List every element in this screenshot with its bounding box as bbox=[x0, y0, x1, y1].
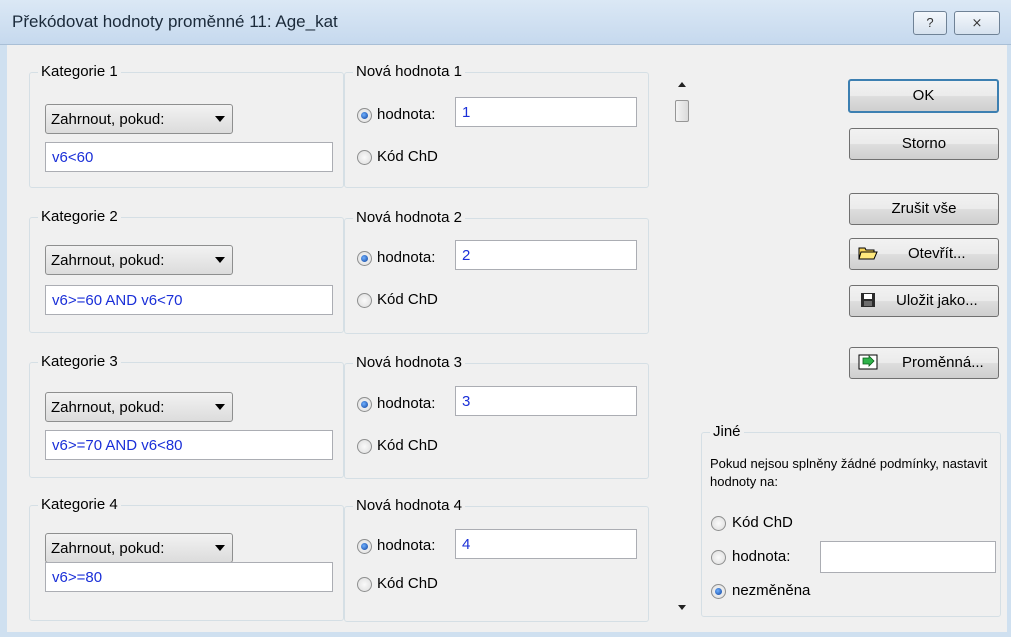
value-radio-label: hodnota: bbox=[377, 395, 436, 412]
condition-input[interactable]: v6>=60 AND v6<70 bbox=[45, 285, 333, 315]
missing-code-radio[interactable] bbox=[357, 293, 372, 308]
other-group-title: Jiné bbox=[710, 423, 744, 440]
value-radio-label: hodnota: bbox=[377, 537, 436, 554]
other-unchanged-label: nezměněna bbox=[732, 582, 811, 599]
scroll-down-arrow-icon[interactable] bbox=[678, 605, 686, 610]
chevron-down-icon bbox=[215, 257, 225, 263]
vertical-scrollbar[interactable] bbox=[673, 80, 691, 615]
include-if-combo[interactable]: Zahrnout, pokud: bbox=[45, 533, 233, 563]
value-radio-label: hodnota: bbox=[377, 106, 436, 123]
missing-code-radio[interactable] bbox=[357, 577, 372, 592]
other-md-radio[interactable] bbox=[711, 516, 726, 531]
missing-code-label: Kód ChD bbox=[377, 437, 438, 454]
condition-input[interactable]: v6>=80 bbox=[45, 562, 333, 592]
new-value-title: Nová hodnota 2 bbox=[353, 209, 465, 226]
ok-button[interactable]: OK bbox=[848, 79, 999, 113]
missing-code-label: Kód ChD bbox=[377, 291, 438, 308]
chevron-down-icon bbox=[215, 545, 225, 551]
include-if-combo[interactable]: Zahrnout, pokud: bbox=[45, 392, 233, 422]
missing-code-label: Kód ChD bbox=[377, 148, 438, 165]
other-value-radio[interactable] bbox=[711, 550, 726, 565]
variable-import-icon bbox=[858, 354, 878, 370]
other-value-input[interactable] bbox=[820, 541, 996, 573]
value-radio-label: hodnota: bbox=[377, 249, 436, 266]
dialog-body: Kategorie 1 Zahrnout, pokud: v6<60 Nová … bbox=[7, 45, 1007, 632]
condition-input[interactable]: v6>=70 AND v6<80 bbox=[45, 430, 333, 460]
new-value-title: Nová hodnota 3 bbox=[353, 354, 465, 371]
other-unchanged-radio[interactable] bbox=[711, 584, 726, 599]
value-radio[interactable] bbox=[357, 108, 372, 123]
new-value-input[interactable]: 1 bbox=[455, 97, 637, 127]
variable-button[interactable]: Proměnná... bbox=[849, 347, 999, 379]
new-value-group: Nová hodnota 1 bbox=[344, 63, 649, 188]
clear-all-button[interactable]: Zrušit vše bbox=[849, 193, 999, 225]
save-as-button[interactable]: Uložit jako... bbox=[849, 285, 999, 317]
new-value-input[interactable]: 4 bbox=[455, 529, 637, 559]
open-button[interactable]: Otevřít... bbox=[849, 238, 999, 270]
other-md-label: Kód ChD bbox=[732, 514, 793, 531]
title-bar: Překódovat hodnoty proměnné 11: Age_kat … bbox=[0, 0, 1011, 45]
other-group: Jiné Pokud nejsou splněny žádné podmínky… bbox=[701, 423, 1001, 617]
value-radio[interactable] bbox=[357, 397, 372, 412]
close-button[interactable]: ⨯ bbox=[954, 11, 1000, 35]
category-title: Kategorie 1 bbox=[38, 63, 121, 80]
window-title: Překódovat hodnoty proměnné 11: Age_kat bbox=[12, 12, 338, 31]
include-if-combo[interactable]: Zahrnout, pokud: bbox=[45, 245, 233, 275]
include-if-combo[interactable]: Zahrnout, pokud: bbox=[45, 104, 233, 134]
new-value-group: Nová hodnota 3 bbox=[344, 354, 649, 479]
new-value-title: Nová hodnota 4 bbox=[353, 497, 465, 514]
missing-code-radio[interactable] bbox=[357, 439, 372, 454]
missing-code-label: Kód ChD bbox=[377, 575, 438, 592]
help-button[interactable]: ? bbox=[913, 11, 947, 35]
close-icon: ⨯ bbox=[971, 15, 983, 30]
new-value-input[interactable]: 2 bbox=[455, 240, 637, 270]
floppy-disk-icon bbox=[861, 293, 875, 307]
other-note: Pokud nejsou splněny žádné podmínky, nas… bbox=[710, 456, 988, 489]
scroll-thumb[interactable] bbox=[675, 100, 689, 122]
new-value-group: Nová hodnota 4 bbox=[344, 497, 649, 622]
scroll-up-arrow-icon[interactable] bbox=[678, 82, 686, 87]
missing-code-radio[interactable] bbox=[357, 150, 372, 165]
category-title: Kategorie 4 bbox=[38, 496, 121, 513]
new-value-input[interactable]: 3 bbox=[455, 386, 637, 416]
new-value-title: Nová hodnota 1 bbox=[353, 63, 465, 80]
category-title: Kategorie 2 bbox=[38, 208, 121, 225]
cancel-button[interactable]: Storno bbox=[849, 128, 999, 160]
condition-input[interactable]: v6<60 bbox=[45, 142, 333, 172]
chevron-down-icon bbox=[215, 116, 225, 122]
chevron-down-icon bbox=[215, 404, 225, 410]
folder-open-icon bbox=[858, 247, 878, 260]
category-group: Kategorie 2 bbox=[29, 208, 344, 333]
value-radio[interactable] bbox=[357, 539, 372, 554]
other-value-label: hodnota: bbox=[732, 548, 791, 565]
new-value-group: Nová hodnota 2 bbox=[344, 209, 649, 334]
value-radio[interactable] bbox=[357, 251, 372, 266]
category-title: Kategorie 3 bbox=[38, 353, 121, 370]
